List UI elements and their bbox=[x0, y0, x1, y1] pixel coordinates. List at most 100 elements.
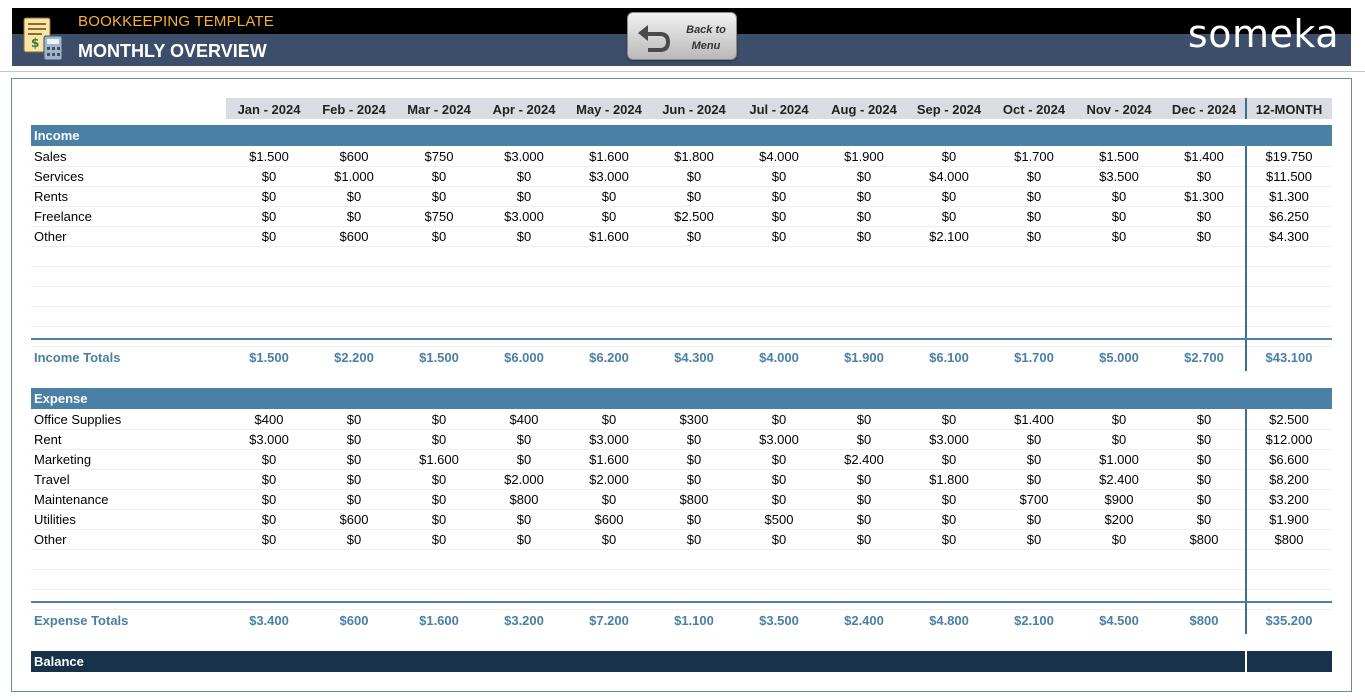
column-separator bbox=[1245, 98, 1247, 119]
expense-row-cell: $2.000 bbox=[589, 472, 629, 487]
income-row-cell: $0 bbox=[686, 169, 702, 184]
expense-row-cell: $0 bbox=[431, 412, 447, 427]
expense-row-cell: $600 bbox=[339, 512, 369, 527]
back-to-menu-label: Back to Menu bbox=[686, 24, 726, 52]
expense-row-cell: $0 bbox=[1111, 432, 1127, 447]
expense-row-cell: $12.000 bbox=[1265, 432, 1313, 447]
row-divider bbox=[31, 529, 1332, 530]
income-row-cell: $0 bbox=[261, 209, 277, 224]
expense-row-cell: $0 bbox=[771, 452, 787, 467]
column-header: Jul - 2024 bbox=[749, 102, 809, 117]
balance-row-band bbox=[31, 651, 1332, 672]
expense-row-cell: $0 bbox=[516, 512, 532, 527]
expense-total-cell: $800 bbox=[1189, 613, 1219, 628]
income-row-cell: $0 bbox=[771, 189, 787, 204]
expense-row-cell: $0 bbox=[856, 512, 872, 527]
income-row-cell: $3.000 bbox=[589, 169, 629, 184]
income-total-cell: $1.500 bbox=[249, 350, 289, 365]
income-row-cell: $4.000 bbox=[929, 169, 969, 184]
income-row-cell: $1.700 bbox=[1014, 149, 1054, 164]
income-row-cell: $600 bbox=[339, 229, 369, 244]
income-row-cell: $1.000 bbox=[334, 169, 374, 184]
row-divider bbox=[31, 206, 1332, 207]
income-row-cell: $0 bbox=[601, 209, 617, 224]
expense-row-label: Rent bbox=[34, 432, 62, 447]
expense-row-cell: $0 bbox=[516, 432, 532, 447]
income-row-cell: $1.600 bbox=[589, 229, 629, 244]
income-total-cell: $6.000 bbox=[504, 350, 544, 365]
income-row-cell: $0 bbox=[1196, 229, 1212, 244]
expense-row-cell: $1.800 bbox=[929, 472, 969, 487]
expense-row-cell: $0 bbox=[856, 532, 872, 547]
income-total-cell: $5.000 bbox=[1099, 350, 1139, 365]
row-divider bbox=[31, 326, 1332, 327]
expense-total-label: Expense Totals bbox=[34, 613, 129, 628]
expense-row-cell: $3.000 bbox=[759, 432, 799, 447]
expense-row-cell: $0 bbox=[941, 452, 957, 467]
column-header: Nov - 2024 bbox=[1086, 102, 1152, 117]
income-section-band bbox=[31, 125, 1332, 146]
expense-row-cell: $0 bbox=[346, 492, 362, 507]
expense-row-cell: $0 bbox=[1026, 512, 1042, 527]
expense-row-cell: $0 bbox=[941, 512, 957, 527]
income-row-cell: $0 bbox=[1111, 189, 1127, 204]
expense-total-cell: $4.800 bbox=[929, 613, 969, 628]
income-row-label: Sales bbox=[34, 149, 67, 164]
row-divider bbox=[31, 549, 1332, 550]
expense-row-cell: $700 bbox=[1019, 492, 1049, 507]
expense-row-cell: $3.000 bbox=[249, 432, 289, 447]
row-divider bbox=[31, 489, 1332, 490]
income-total-cell: $4.000 bbox=[759, 350, 799, 365]
expense-row-cell: $0 bbox=[856, 432, 872, 447]
balance-separator bbox=[1245, 651, 1247, 672]
expense-total-cell: $4.500 bbox=[1099, 613, 1139, 628]
income-row-cell: $0 bbox=[1026, 189, 1042, 204]
expense-row-cell: $0 bbox=[686, 432, 702, 447]
expense-row-cell: $0 bbox=[941, 532, 957, 547]
income-row-cell: $0 bbox=[686, 189, 702, 204]
expense-row-label: Other bbox=[34, 532, 67, 547]
expense-row-cell: $0 bbox=[1196, 452, 1212, 467]
back-arrow-icon bbox=[638, 25, 670, 52]
expense-row-cell: $0 bbox=[346, 472, 362, 487]
expense-row-cell: $1.400 bbox=[1014, 412, 1054, 427]
expense-row-cell: $0 bbox=[1196, 432, 1212, 447]
column-header: Mar - 2024 bbox=[407, 102, 471, 117]
income-row-cell: $0 bbox=[941, 189, 957, 204]
income-row-cell: $0 bbox=[1111, 209, 1127, 224]
income-row-cell: $0 bbox=[1196, 209, 1212, 224]
expense-row-cell: $2.500 bbox=[1269, 412, 1309, 427]
expense-row-cell: $0 bbox=[1196, 512, 1212, 527]
expense-row-label: Marketing bbox=[34, 452, 92, 467]
expense-section-title: Expense bbox=[34, 391, 88, 406]
back-to-menu-button[interactable]: Back to Menu bbox=[627, 12, 737, 60]
expense-section-band bbox=[31, 388, 1332, 409]
income-total-cell: $6.100 bbox=[929, 350, 969, 365]
expense-row-cell: $0 bbox=[431, 512, 447, 527]
income-row-cell: $4.000 bbox=[759, 149, 799, 164]
expense-total-cell: $1.600 bbox=[419, 613, 459, 628]
expense-row-cell: $0 bbox=[771, 492, 787, 507]
income-row-cell: $19.750 bbox=[1265, 149, 1313, 164]
expense-row-cell: $1.600 bbox=[589, 452, 629, 467]
income-row-cell: $1.300 bbox=[1184, 189, 1224, 204]
expense-row-cell: $0 bbox=[686, 472, 702, 487]
income-row-cell: $0 bbox=[856, 189, 872, 204]
page-title: MONTHLY OVERVIEW bbox=[78, 41, 267, 61]
income-row-cell: $3.000 bbox=[504, 209, 544, 224]
expense-row-cell: $0 bbox=[601, 532, 617, 547]
column-header: 12-MONTH bbox=[1255, 102, 1323, 117]
expense-row-label: Utilities bbox=[34, 512, 76, 527]
column-header: May - 2024 bbox=[576, 102, 642, 117]
row-divider bbox=[31, 186, 1332, 187]
income-row-cell: $0 bbox=[1196, 169, 1212, 184]
expense-row-cell: $6.600 bbox=[1269, 452, 1309, 467]
row-divider bbox=[31, 306, 1332, 307]
expense-total-cell: $3.200 bbox=[504, 613, 544, 628]
income-row-cell: $2.500 bbox=[674, 209, 714, 224]
expense-row-cell: $3.000 bbox=[589, 432, 629, 447]
income-row-cell: $1.900 bbox=[844, 149, 884, 164]
expense-row-cell: $0 bbox=[1196, 492, 1212, 507]
income-row-cell: $0 bbox=[1026, 169, 1042, 184]
income-row-cell: $750 bbox=[424, 209, 454, 224]
